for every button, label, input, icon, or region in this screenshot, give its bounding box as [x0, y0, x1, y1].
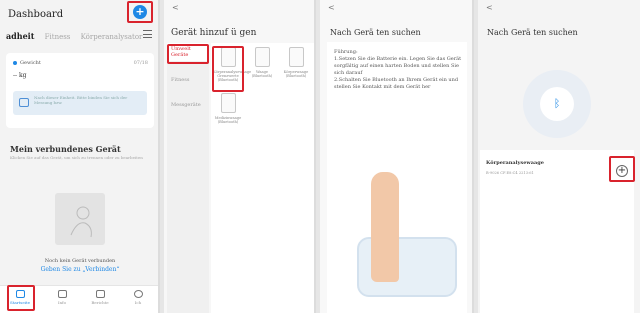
scale-icon [254, 47, 270, 67]
device-label: Medizinwaage (Bluetooth) [214, 116, 242, 124]
guide-text: Führung: 1.Setzen Sie die Batterie ein. … [334, 49, 462, 90]
page-title: Nach Gerä ten suchen [487, 28, 578, 37]
weight-date: 07/18 [133, 60, 148, 66]
scale-icon [220, 93, 236, 113]
highlight-box [7, 285, 35, 311]
person-icon [70, 206, 92, 238]
device-id: B-9026 CF:E8:C4 2213:61 [486, 171, 534, 175]
scale-icon [288, 47, 304, 67]
info-icon [19, 98, 29, 107]
back-icon[interactable]: < [328, 3, 335, 12]
highlight-box [167, 44, 209, 64]
dashboard-screen: Dashboard + adheit Fitness Körperanalysa… [0, 0, 160, 313]
nav-label: Info [57, 300, 67, 305]
category-item[interactable]: Fitness [167, 74, 209, 86]
search-guide-screen: < Nach Gerä ten suchen Führung: 1.Setzen… [320, 0, 474, 313]
weight-card[interactable]: Gewicht 07/18 -- kg Nach dieser Einheit.… [6, 53, 154, 128]
device-medical-scale[interactable]: Medizinwaage (Bluetooth) [213, 93, 243, 124]
add-device-screen: < Gerät hinzuf ü gen Umwelt Geräte Fitne… [164, 0, 316, 313]
device-label: Körperwaage (Bluetooth) [283, 70, 309, 78]
page-title: Dashboard [8, 9, 64, 20]
status-dot [13, 60, 17, 65]
nav-label: Ich [134, 300, 142, 305]
back-icon[interactable]: < [172, 3, 179, 12]
nav-reports[interactable]: Berichte [86, 290, 114, 305]
section-subtitle: Klicken Sie auf das Gerät, um sich zu tr… [10, 155, 143, 160]
chart-icon [57, 290, 67, 298]
tab-health[interactable]: adheit [6, 31, 34, 41]
user-icon [133, 290, 143, 298]
back-icon[interactable]: < [486, 3, 493, 12]
tab-body-analyzer[interactable]: Körperanalysator [81, 33, 143, 41]
no-device-text: Noch kein Gerät verbunden [44, 258, 116, 264]
bluetooth-icon: ᛒ [540, 87, 574, 121]
hint-banner: Nach dieser Einheit. Bitte binden Sie si… [13, 91, 147, 115]
page-title: Nach Gerä ten suchen [330, 28, 421, 37]
highlight-box [609, 156, 635, 182]
tab-fitness[interactable]: Fitness [45, 33, 71, 41]
highlight-box [212, 46, 244, 92]
foot-illustration [371, 172, 399, 282]
connect-link[interactable]: Geben Sie zu „Verbinden“ [0, 266, 158, 273]
guide-card: Führung: 1.Setzen Sie die Batterie ein. … [327, 42, 467, 313]
section-title: Mein verbundenes Gerät [10, 144, 121, 154]
device-name: Körperanalysewaage [486, 160, 544, 166]
category-item[interactable]: Messgeräte [167, 99, 209, 111]
device-scale[interactable]: Waage (Bluetooth) [247, 47, 277, 78]
device-body-scale[interactable]: Körperwaage (Bluetooth) [281, 47, 311, 78]
nav-info[interactable]: Info [48, 290, 76, 305]
nav-label: Berichte [91, 300, 109, 305]
highlight-box [127, 1, 153, 23]
search-results-screen: < Nach Gerä ten suchen ᛒ Körperanalysewa… [478, 0, 640, 313]
category-tabs: adheit Fitness Körperanalysator [6, 31, 150, 41]
nav-me[interactable]: Ich [124, 290, 152, 305]
category-sidebar: Umwelt Geräte Fitness Messgeräte [167, 43, 209, 313]
page-title: Gerät hinzuf ü gen [171, 28, 257, 38]
empty-illustration [55, 193, 105, 245]
weight-value: -- kg [13, 72, 27, 79]
weight-label: Gewicht [20, 60, 41, 66]
message-icon [95, 290, 105, 298]
device-label: Waage (Bluetooth) [251, 70, 273, 78]
hint-text: Nach dieser Einheit. Bitte binden Sie si… [34, 95, 128, 105]
menu-icon[interactable] [143, 30, 152, 38]
